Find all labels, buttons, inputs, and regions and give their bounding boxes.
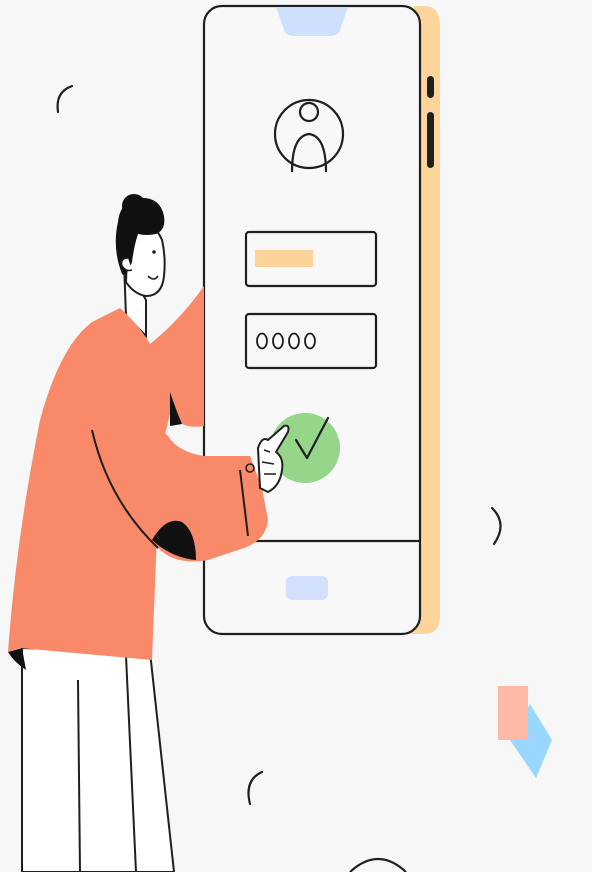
login-illustration (0, 0, 592, 872)
phone-side-button-small (427, 76, 434, 98)
phone-side-button-long (427, 112, 434, 168)
username-value-bar (255, 250, 313, 267)
person-hair-bun (122, 194, 146, 218)
pink-square-shape (498, 686, 528, 740)
phone-home-button[interactable] (286, 576, 328, 600)
person-eye (152, 250, 156, 254)
decor-arc-right (490, 506, 502, 546)
phone-notch (276, 7, 348, 36)
decor-arc-bottom (247, 770, 264, 806)
decor-arc-bottom-circle (349, 858, 407, 872)
illustration-canvas (8, 4, 552, 872)
password-field[interactable] (244, 312, 378, 370)
decor-arc-top-left (56, 84, 74, 114)
person-pants (21, 646, 176, 872)
